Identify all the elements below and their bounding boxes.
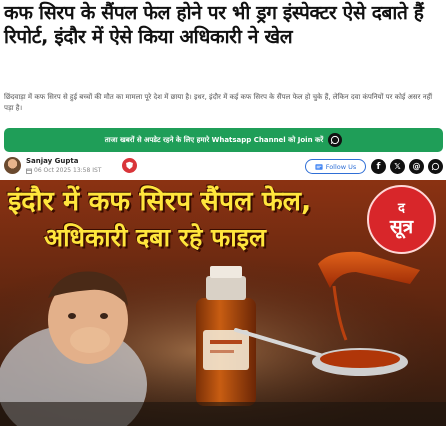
x-icon[interactable]: 𝕏 bbox=[390, 159, 405, 174]
whatsapp-icon bbox=[328, 133, 343, 147]
follow-us-label: Follow Us bbox=[325, 162, 357, 171]
hero-image: इंदौर में कफ सिरप सैंपल फेल, अधिकारी दबा… bbox=[0, 180, 446, 426]
the-sootr-logo: द सूत्र bbox=[367, 185, 436, 254]
author-row: Sanjay Gupta 06 Oct 2025 13:58 IST Follo… bbox=[4, 157, 444, 179]
threads-icon[interactable]: @ bbox=[409, 159, 424, 174]
publish-date-text: 06 Oct 2025 13:58 IST bbox=[34, 167, 102, 174]
hero-headline-line1: इंदौर में कफ सिरप सैंपल फेल, bbox=[8, 186, 312, 217]
whatsapp-banner-label: ताजा खबरों से अपडेट रहने के लिए हमारे Wh… bbox=[104, 135, 324, 144]
hero-headline-line2: अधिकारी दबा रहे फाइल bbox=[44, 223, 266, 252]
verified-shield-icon bbox=[122, 158, 137, 173]
avatar[interactable] bbox=[4, 157, 21, 174]
publish-date: 06 Oct 2025 13:58 IST bbox=[26, 167, 101, 174]
logo-main-text: सूत्र bbox=[389, 215, 414, 238]
author-name[interactable]: Sanjay Gupta bbox=[26, 157, 78, 165]
follow-us-button[interactable]: Follow Us bbox=[305, 159, 366, 174]
logo-top-text: द bbox=[398, 200, 405, 216]
article-headline: कफ सिरप के सैंपल फेल होने पर भी ड्रग इंस… bbox=[4, 2, 424, 48]
facebook-icon[interactable]: f bbox=[371, 159, 386, 174]
whatsapp-share-icon[interactable] bbox=[428, 159, 443, 174]
google-news-icon bbox=[315, 163, 323, 170]
calendar-icon bbox=[26, 168, 32, 174]
article-summary: छिंदवाड़ा में कफ सिरप से हुई बच्चों की म… bbox=[4, 93, 433, 112]
whatsapp-channel-banner[interactable]: ताजा खबरों से अपडेट रहने के लिए हमारे Wh… bbox=[4, 128, 443, 152]
